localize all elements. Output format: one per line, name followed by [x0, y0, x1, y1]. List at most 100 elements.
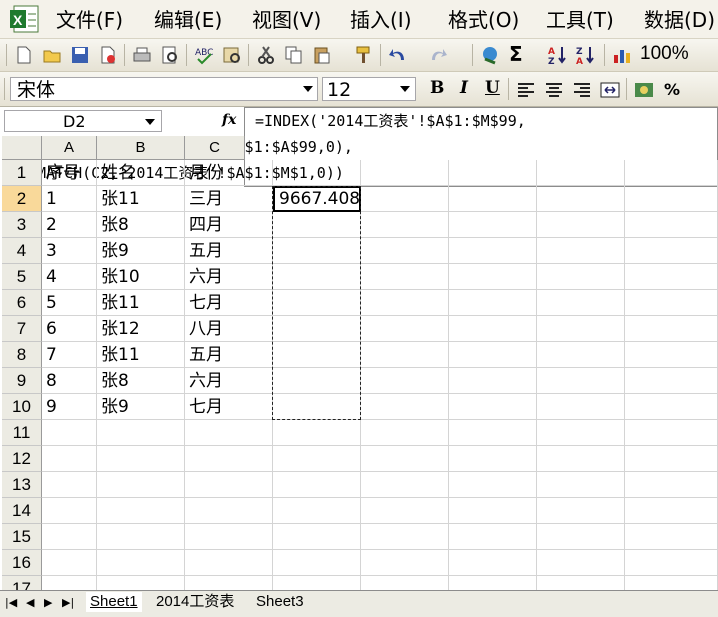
cell[interactable]: 2: [42, 212, 97, 238]
zoom-box[interactable]: 100%: [640, 43, 689, 65]
cell[interactable]: [273, 212, 361, 238]
cell[interactable]: [537, 186, 625, 212]
cell[interactable]: [273, 498, 361, 524]
name-box-dropdown-icon[interactable]: [145, 119, 155, 125]
cut-icon[interactable]: [256, 45, 276, 65]
cell[interactable]: [537, 264, 625, 290]
cell[interactable]: [361, 472, 449, 498]
cell[interactable]: 五月: [185, 342, 273, 368]
row-header[interactable]: 8: [2, 342, 42, 368]
row-header[interactable]: 2: [2, 186, 42, 212]
cell[interactable]: [273, 524, 361, 550]
cell[interactable]: [537, 498, 625, 524]
cell[interactable]: 姓名: [97, 160, 185, 186]
cell[interactable]: [185, 498, 273, 524]
select-all-corner[interactable]: [2, 136, 42, 160]
cell[interactable]: 五月: [185, 238, 273, 264]
cell[interactable]: [361, 316, 449, 342]
cell[interactable]: 张9: [97, 394, 185, 420]
cell[interactable]: [97, 446, 185, 472]
cell[interactable]: [273, 446, 361, 472]
hyperlink-icon[interactable]: [480, 45, 500, 65]
copy-icon[interactable]: [284, 45, 304, 65]
cell[interactable]: [625, 238, 718, 264]
cell[interactable]: [273, 368, 361, 394]
row-header[interactable]: 3: [2, 212, 42, 238]
cell[interactable]: [97, 498, 185, 524]
cell[interactable]: [449, 212, 537, 238]
cell[interactable]: 四月: [185, 212, 273, 238]
cell[interactable]: [361, 446, 449, 472]
size-dropdown-icon[interactable]: [400, 86, 410, 92]
cell[interactable]: [42, 550, 97, 576]
cell[interactable]: [449, 316, 537, 342]
cell[interactable]: [97, 550, 185, 576]
row-header[interactable]: 12: [2, 446, 42, 472]
cell[interactable]: [537, 368, 625, 394]
cell[interactable]: [625, 498, 718, 524]
row-header[interactable]: 11: [2, 420, 42, 446]
cell[interactable]: [273, 420, 361, 446]
cell[interactable]: [449, 238, 537, 264]
align-right-icon[interactable]: [572, 80, 592, 100]
cell[interactable]: [625, 394, 718, 420]
paste-icon[interactable]: [312, 45, 332, 65]
cell[interactable]: [361, 264, 449, 290]
cell[interactable]: [449, 264, 537, 290]
insert-function-icon[interactable]: fx: [222, 112, 236, 128]
tab-sheet3[interactable]: Sheet3: [252, 592, 308, 612]
cell[interactable]: [185, 446, 273, 472]
name-box[interactable]: D2: [4, 110, 162, 132]
print-preview-icon[interactable]: [160, 45, 180, 65]
cell[interactable]: [449, 290, 537, 316]
cell[interactable]: 7: [42, 342, 97, 368]
cell[interactable]: [42, 446, 97, 472]
menu-format[interactable]: 格式(O): [448, 6, 519, 34]
row-header[interactable]: 10: [2, 394, 42, 420]
cell[interactable]: [361, 394, 449, 420]
menu-data[interactable]: 数据(D): [644, 6, 715, 34]
cell[interactable]: [273, 342, 361, 368]
cell[interactable]: [97, 472, 185, 498]
cell[interactable]: [361, 368, 449, 394]
cell[interactable]: [185, 524, 273, 550]
tab-sheet1[interactable]: Sheet1: [86, 592, 142, 612]
cell[interactable]: [97, 420, 185, 446]
cell[interactable]: [625, 472, 718, 498]
cell[interactable]: [361, 212, 449, 238]
cell[interactable]: 序号: [42, 160, 97, 186]
currency-icon[interactable]: [634, 80, 654, 100]
spelling-icon[interactable]: ABC: [194, 45, 214, 65]
cell[interactable]: [273, 316, 361, 342]
worksheet-grid[interactable]: A B C 1 序号 姓名 月份 2 1 张11 三月 9667.408 3 2 张8 四月 4 3 张9 五月…: [0, 136, 718, 602]
cell[interactable]: [625, 290, 718, 316]
cell[interactable]: [361, 238, 449, 264]
row-header[interactable]: 13: [2, 472, 42, 498]
cell[interactable]: 张11: [97, 186, 185, 212]
cell[interactable]: 张8: [97, 368, 185, 394]
cell[interactable]: [449, 446, 537, 472]
cell[interactable]: [361, 524, 449, 550]
cell[interactable]: [273, 290, 361, 316]
row-header[interactable]: 7: [2, 316, 42, 342]
cell[interactable]: [273, 160, 361, 186]
cell[interactable]: [449, 550, 537, 576]
row-header[interactable]: 15: [2, 524, 42, 550]
autosum-icon[interactable]: Σ: [509, 42, 523, 66]
cell[interactable]: [625, 550, 718, 576]
format-painter-icon[interactable]: [354, 45, 374, 65]
cell[interactable]: [185, 472, 273, 498]
cell[interactable]: [361, 160, 449, 186]
row-header[interactable]: 5: [2, 264, 42, 290]
first-sheet-icon[interactable]: |◀: [5, 596, 17, 609]
cell[interactable]: [449, 394, 537, 420]
cell[interactable]: [537, 394, 625, 420]
cell[interactable]: [449, 342, 537, 368]
cell[interactable]: [42, 420, 97, 446]
cell[interactable]: [273, 264, 361, 290]
cell[interactable]: [449, 472, 537, 498]
cell[interactable]: [449, 368, 537, 394]
cell[interactable]: [42, 498, 97, 524]
cell[interactable]: 9: [42, 394, 97, 420]
cell[interactable]: [273, 550, 361, 576]
